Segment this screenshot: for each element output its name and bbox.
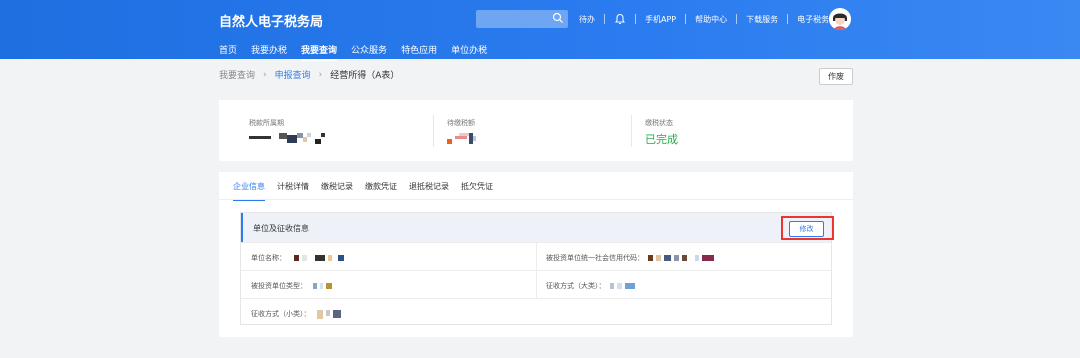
- help-center-link[interactable]: 帮助中心: [695, 14, 727, 25]
- status-label: 缴税状态: [645, 119, 673, 127]
- unit-name-label: 单位名称：: [251, 254, 286, 262]
- nav-tax-handling[interactable]: 我要办税: [251, 43, 287, 61]
- search-input[interactable]: [476, 10, 568, 28]
- credit-code-label: 被投资单位统一社会信用代码：: [546, 254, 644, 262]
- void-button[interactable]: 作废: [819, 68, 853, 85]
- tab-tax-calc-details[interactable]: 计税详情: [277, 181, 309, 201]
- breadcrumb-declaration-query[interactable]: 申报查询: [275, 68, 311, 81]
- nav-featured-apps[interactable]: 特色应用: [401, 43, 437, 61]
- section-title: 单位及征收信息: [253, 224, 309, 233]
- table-row: 被投资单位类型： 征收方式（大类）：: [241, 270, 831, 298]
- divider: [433, 115, 434, 147]
- collect-minor-label: 征收方式（小类）：: [251, 310, 311, 318]
- divider: [536, 243, 537, 270]
- todo-link[interactable]: 待办: [579, 14, 595, 25]
- divider: [631, 115, 632, 147]
- tab-refund-records[interactable]: 退抵税记录: [409, 181, 449, 201]
- nav-query[interactable]: 我要查询: [301, 43, 338, 61]
- nav-public-service[interactable]: 公众服务: [351, 43, 387, 61]
- breadcrumb-current: 经营所得（A表）: [330, 71, 400, 81]
- divider: [787, 14, 789, 24]
- summary-card: 税款所属期 待缴税额 缴税状态 已完成: [219, 100, 853, 161]
- tab-company-info[interactable]: 企业信息: [233, 181, 265, 201]
- pending-tax-value-redacted: [447, 133, 637, 145]
- tab-bar: 企业信息 计税详情 缴税记录 缴款凭证 退抵税记录 抵欠凭证: [233, 181, 505, 201]
- avatar[interactable]: [829, 8, 851, 30]
- collect-major-cell: 征收方式（大类）：: [546, 281, 638, 291]
- nav-unit-tax[interactable]: 单位办税: [451, 43, 487, 61]
- chevron-right-icon: ›: [263, 69, 267, 80]
- divider: [536, 271, 537, 298]
- tab-arrears-voucher[interactable]: 抵欠凭证: [461, 181, 493, 201]
- chevron-right-icon: ›: [318, 69, 323, 80]
- unit-type-label: 被投资单位类型：: [251, 282, 307, 290]
- nav-home[interactable]: 首页: [219, 43, 237, 61]
- edit-button[interactable]: 修改: [789, 221, 824, 237]
- table-row: 单位名称： 被投资单位统一社会信用代码：: [241, 242, 831, 270]
- status-value: 已完成: [645, 133, 678, 146]
- divider: [219, 199, 853, 200]
- collect-major-label: 征收方式（大类）：: [546, 282, 606, 290]
- download-link[interactable]: 下载服务: [746, 14, 778, 25]
- mobile-app-link[interactable]: 手机APP: [645, 14, 676, 25]
- user-avatar-icon: [829, 8, 851, 30]
- collect-minor-value-redacted: [316, 309, 344, 319]
- search-icon[interactable]: [552, 12, 564, 24]
- credit-code-value-redacted: [648, 255, 717, 261]
- pending-tax-field: 待缴税额: [447, 118, 637, 148]
- divider: [635, 14, 636, 24]
- unit-name-value-redacted: [294, 255, 347, 261]
- divider: [736, 14, 738, 24]
- bell-icon[interactable]: [614, 13, 626, 25]
- collect-major-value-redacted: [609, 283, 638, 289]
- tab-payment-voucher[interactable]: 缴款凭证: [365, 181, 397, 201]
- site-title[interactable]: 自然人电子税务局: [219, 11, 323, 30]
- breadcrumb: 我要查询 › 申报查询 › 经营所得（A表）: [219, 68, 400, 82]
- period-label: 税款所属期: [249, 119, 284, 127]
- period-value-redacted: [249, 133, 439, 145]
- unit-collection-section: 单位及征收信息 修改 单位名称： 被投资单位统一社会信用代码： 被投资单位类型：…: [240, 212, 834, 326]
- divider: [604, 14, 605, 24]
- header-links: 待办 手机APP 帮助中心 下载服务 电子税务局: [579, 13, 837, 25]
- unit-type-value-redacted: [313, 283, 335, 289]
- collect-minor-cell: 征收方式（小类）：: [251, 309, 344, 319]
- unit-type-cell: 被投资单位类型：: [251, 281, 335, 291]
- credit-code-cell: 被投资单位统一社会信用代码：: [546, 253, 717, 263]
- detail-card: 企业信息 计税详情 缴税记录 缴款凭证 退抵税记录 抵欠凭证 单位及征收信息 修…: [219, 172, 853, 337]
- top-header: 自然人电子税务局 待办 手机APP 帮助中心 下载服务 电子税务局 首页 我要办…: [0, 0, 1080, 61]
- divider: [685, 14, 687, 24]
- section-header: 单位及征收信息 修改: [241, 213, 834, 242]
- breadcrumb-root[interactable]: 我要查询: [219, 68, 255, 81]
- table-row: 征收方式（小类）：: [241, 298, 831, 326]
- period-field: 税款所属期: [249, 118, 439, 148]
- unit-name-cell: 单位名称：: [251, 253, 347, 263]
- pending-tax-label: 待缴税额: [447, 119, 475, 127]
- main-nav: 首页 我要办税 我要查询 公众服务 特色应用 单位办税: [219, 43, 501, 61]
- tab-tax-payment-records[interactable]: 缴税记录: [321, 181, 353, 201]
- status-field: 缴税状态 已完成: [645, 118, 835, 148]
